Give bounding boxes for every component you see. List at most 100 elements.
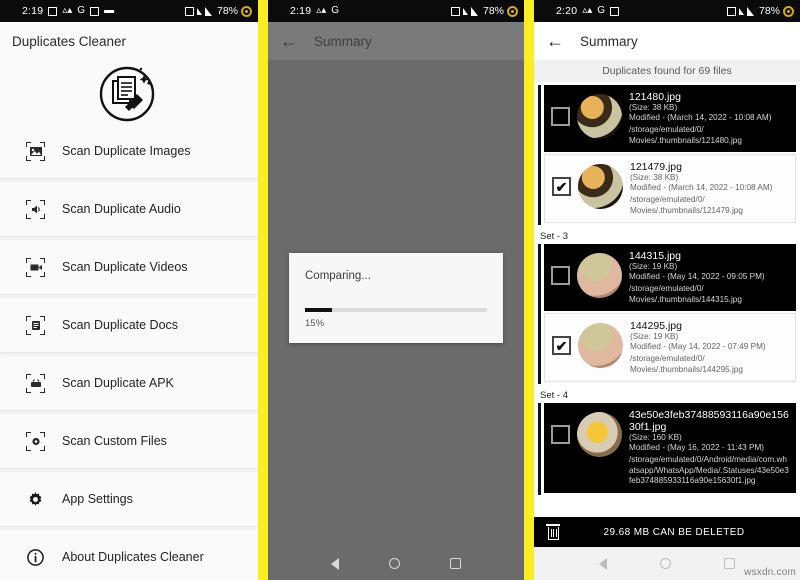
menu-item-label: App Settings [62,492,133,506]
phone-panel-summary: 2:20 ▵▴ G 78% ← Summary Duplicates found… [534,0,800,580]
file-meta: 43e50e3feb37488593116a90e15630f1.jpg (Siz… [629,409,790,487]
menu-item-scan-duplicate-apk[interactable]: Scan Duplicate APK [0,356,258,411]
phone-panel-comparing: 2:19 ▵▴ G 78% ← Summary Comparing... 15% [268,0,524,580]
file-meta: 121480.jpg (Size: 38 KB) Modified - (March… [629,91,790,146]
menu-item-app-settings[interactable]: App Settings [0,472,258,527]
back-arrow-icon[interactable]: ← [280,32,298,50]
file-row[interactable]: 43e50e3feb37488593116a90e15630f1.jpg (Siz… [544,403,796,493]
back-icon[interactable] [598,557,607,570]
scan-video-icon [26,257,45,277]
scan-image-icon [26,141,45,161]
file-size: (Size: 160 KB) [629,433,682,442]
status-bar: 2:20 ▵▴ G 78% [534,0,800,22]
menu-item-label: Scan Duplicate Images [62,144,191,158]
file-row[interactable]: 144315.jpg (Size: 19 KB) Modified - (May 1… [544,244,796,311]
menu-item-label: Scan Duplicate Videos [62,260,188,274]
menu-item-label: Scan Custom Files [62,434,167,448]
menu-item-scan-custom-files[interactable]: Scan Custom Files [0,414,258,469]
progress-dialog: Comparing... 15% [289,252,503,343]
file-checkbox[interactable] [551,107,570,126]
battery-percent: 78% [758,5,780,17]
home-icon[interactable] [659,558,671,569]
status-bar: 2:19 ▵▴ G 78% [268,0,524,22]
sim-icon [184,6,194,16]
file-row[interactable]: ✔ 144295.jpg (Size: 19 KB) Modified - (May … [544,313,796,382]
file-name: 144295.jpg [630,320,682,332]
google-icon: G [77,5,86,16]
menu-item-about-duplicates-cleaner[interactable]: About Duplicates Cleaner [0,530,258,580]
file-checkbox[interactable]: ✔ [552,336,571,355]
scan-custom-icon [26,431,45,451]
gear-icon [26,490,45,509]
google-icon: G [597,5,606,16]
recents-icon[interactable] [724,558,736,569]
progress-percent-label: 15% [305,317,325,329]
sim-icon [450,6,460,16]
app-bar: ← Summary [534,22,800,60]
screenshot-icon [48,6,58,16]
google-icon: G [331,5,340,16]
status-bar-right: 78% [450,5,518,17]
file-name: 43e50e3feb37488593116a90e15630f1.jpg [629,409,789,433]
file-thumbnail [577,94,622,139]
app-bar: Duplicates Cleaner [0,22,258,60]
menu-item-scan-duplicate-docs[interactable]: Scan Duplicate Docs [0,298,258,353]
status-bar-right: 78% [726,5,794,17]
file-row[interactable]: ✔ 121479.jpg (Size: 38 KB) Modified - (Marc… [544,154,796,223]
gmail-icon: ▵▴ [62,5,73,16]
status-clock: 2:19 [22,5,44,17]
recents-icon[interactable] [450,558,461,569]
back-icon[interactable] [331,557,339,570]
file-size: (Size: 38 KB) [630,173,679,182]
page-title: Summary [580,33,638,49]
photos-icon [90,6,100,16]
file-checkbox[interactable] [551,266,570,285]
duplicates-found-text: Duplicates found for 69 files [602,65,732,77]
menu-item-scan-duplicate-images[interactable]: Scan Duplicate Images [0,124,258,179]
status-bar-left: 2:19 ▵▴ G ▬ [22,5,114,17]
photos-icon [610,6,620,16]
scan-docs-icon [26,315,45,335]
file-size: (Size: 19 KB) [630,332,679,341]
status-bar: 2:19 ▵▴ G ▬ 78% [0,0,258,22]
trash-icon [546,524,560,540]
main-menu-list: Scan Duplicate Images Scan Duplicate Aud… [0,124,258,580]
signal-icon [204,6,212,16]
home-icon[interactable] [389,558,400,569]
delete-bar-label: 29.68 MB CAN BE DELETED [603,526,745,538]
file-row[interactable]: 121480.jpg (Size: 38 KB) Modified - (March… [544,85,796,152]
file-name: 121480.jpg [629,91,681,103]
dialog-title: Comparing... [305,269,371,282]
menu-item-scan-duplicate-videos[interactable]: Scan Duplicate Videos [0,240,258,295]
set-items: 43e50e3feb37488593116a90e15630f1.jpg (Siz… [544,403,796,495]
menu-item-scan-duplicate-audio[interactable]: Scan Duplicate Audio [0,182,258,237]
file-modified: Modified - (May 14, 2022 - 07:49 PM) [630,342,766,351]
status-bar-right: 78% [184,5,252,17]
file-checkbox[interactable]: ✔ [552,177,571,196]
file-path: /storage/emulated/0/Movies/.thumbnails/1… [630,195,743,215]
delete-bar[interactable]: 29.68 MB CAN BE DELETED [534,517,800,547]
file-path: /storage/emulated/0/Movies/.thumbnails/1… [629,284,742,304]
status-bar-left: 2:19 ▵▴ G [290,5,339,17]
duplicates-found-banner: Duplicates found for 69 files [534,60,800,82]
signal-icon [470,6,478,16]
set-label: Set - 3 [540,231,568,242]
back-arrow-icon[interactable]: ← [546,32,564,50]
battery-percent: 78% [216,5,238,17]
status-clock: 2:20 [556,5,578,17]
battery-saver-icon [783,5,794,17]
duplicate-set: 121480.jpg (Size: 38 KB) Modified - (March… [538,85,796,225]
signal-icon [746,6,754,16]
menu-item-label: Scan Duplicate Audio [62,202,181,216]
file-checkbox[interactable] [551,425,570,444]
app-logo-area [0,60,258,124]
progress-fill [305,307,333,312]
scan-apk-icon [26,373,45,393]
file-thumbnail [577,412,622,457]
panel-divider-2 [524,0,534,580]
file-name: 121479.jpg [630,161,682,173]
file-size: (Size: 38 KB) [629,103,678,112]
file-name: 144315.jpg [629,250,681,262]
set-items: 144315.jpg (Size: 19 KB) Modified - (May 1… [544,244,796,384]
duplicate-sets-list[interactable]: 121480.jpg (Size: 38 KB) Modified - (March… [534,82,800,517]
